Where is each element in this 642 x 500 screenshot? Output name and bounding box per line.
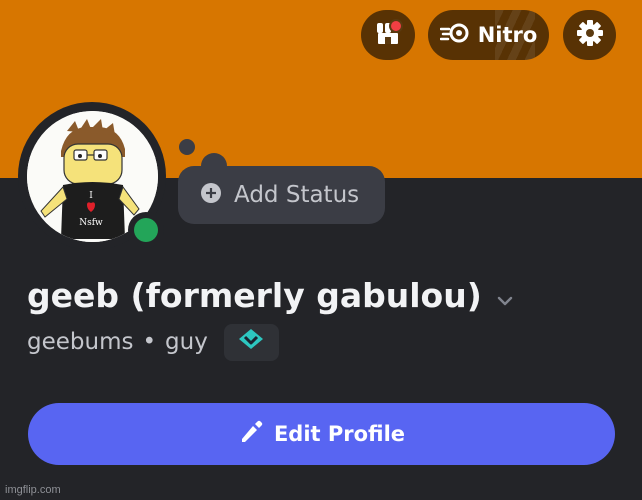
avatar-shirt-text-bottom: Nsfw [79,218,103,228]
username-row: geebums • guy [27,322,279,362]
display-name: geeb (formerly gabulou) [27,276,482,315]
thought-bubble-small [179,139,195,155]
badge-icon [237,327,265,357]
online-status-dot [134,218,158,242]
pencil-icon [238,419,264,449]
edit-profile-button[interactable]: Edit Profile [28,403,615,465]
profile-badge[interactable] [223,323,279,361]
display-name-row[interactable]: geeb (formerly gabulou) [27,276,514,315]
username: geebums [27,329,134,355]
add-status-icon [200,182,222,208]
shop-button[interactable] [361,10,415,60]
avatar-shirt-text-top: I [89,191,93,201]
chevron-down-icon [496,276,514,315]
pronouns: guy [165,329,208,355]
nitro-label: Nitro [477,23,538,47]
add-status-label: Add Status [234,182,360,208]
notification-dot [389,19,403,33]
settings-icon [576,19,604,51]
settings-button[interactable] [563,10,616,60]
watermark: imgflip.com [5,484,61,496]
separator: • [142,329,157,355]
add-status-button[interactable]: Add Status [178,166,385,224]
nitro-icon [439,22,470,48]
nitro-button[interactable]: Nitro [428,10,549,60]
edit-profile-label: Edit Profile [273,422,406,446]
